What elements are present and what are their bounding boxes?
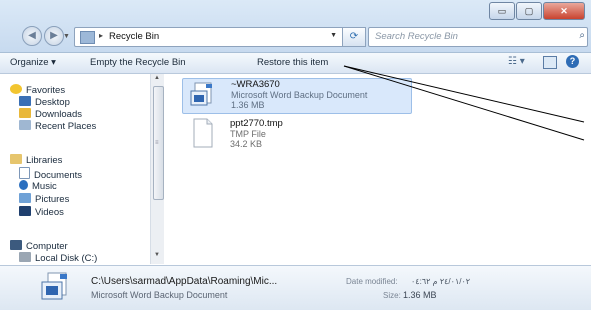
- sidebar-label: Music: [32, 181, 57, 192]
- recycle-bin-icon: [80, 31, 95, 44]
- file-name: ppt2770.tmp: [230, 118, 283, 129]
- preview-pane-icon[interactable]: [543, 56, 557, 69]
- scroll-down-icon[interactable]: ▼: [154, 252, 160, 258]
- file-size: 1.36 MB: [231, 100, 265, 110]
- close-button[interactable]: ✕: [543, 2, 585, 20]
- sidebar-label: Pictures: [35, 194, 70, 205]
- word-backup-document-icon: [41, 272, 67, 300]
- breadcrumb-location[interactable]: Recycle Bin: [109, 31, 159, 42]
- sidebar-label: Computer: [26, 241, 68, 252]
- sidebar-scrollbar[interactable]: ▲ ≡ ▼: [150, 74, 164, 264]
- music-icon: [19, 180, 28, 190]
- file-size: 34.2 KB: [230, 139, 263, 149]
- videos-icon: [19, 206, 31, 216]
- file-type: Microsoft Word Backup Document: [231, 90, 368, 100]
- word-backup-document-icon: [190, 82, 212, 106]
- file-item[interactable]: ~WRA3670 Microsoft Word Backup Document …: [182, 78, 412, 114]
- search-input[interactable]: Search Recycle Bin ⌕: [368, 27, 588, 47]
- detail-size-value: 1.36 MB: [403, 290, 437, 300]
- pictures-icon: [19, 193, 31, 203]
- sidebar-item-pictures[interactable]: Pictures: [19, 193, 69, 205]
- detail-date-label: Date modified:: [346, 277, 398, 286]
- window-controls: ▭ ▢ ✕: [488, 2, 585, 20]
- details-pane: [0, 265, 591, 310]
- help-icon[interactable]: ?: [566, 55, 579, 68]
- empty-recycle-bin-button[interactable]: Empty the Recycle Bin: [90, 57, 186, 68]
- restore-item-button[interactable]: Restore this item: [257, 57, 328, 68]
- sidebar-item-downloads[interactable]: Downloads: [19, 108, 82, 120]
- detail-date-value: ٢٤/٠١/٠٢ م ٠٤:٦٢: [411, 277, 471, 286]
- sidebar-label: Recent Places: [35, 121, 97, 132]
- detail-path: C:\Users\sarmad\AppData\Roaming\Mic...: [91, 276, 278, 287]
- organize-button[interactable]: Organize ▾: [10, 57, 56, 68]
- sidebar-label: Desktop: [35, 97, 70, 108]
- downloads-folder-icon: [19, 108, 31, 118]
- detail-type: Microsoft Word Backup Document: [91, 290, 228, 300]
- desktop-icon: [19, 96, 31, 106]
- search-icon[interactable]: ⌕: [579, 30, 585, 41]
- address-bar[interactable]: ▸ Recycle Bin ▼: [74, 27, 364, 47]
- refresh-icon[interactable]: ⟳: [342, 27, 366, 47]
- sidebar-item-local-disk[interactable]: Local Disk (C:): [19, 252, 97, 264]
- navigation-pane: Favorites Desktop Downloads Recent Place…: [0, 74, 151, 264]
- sidebar-item-videos[interactable]: Videos: [19, 206, 64, 218]
- documents-icon: [19, 167, 30, 179]
- recent-places-icon: [19, 120, 31, 130]
- computer-icon: [10, 240, 22, 250]
- blank-file-icon: [193, 118, 213, 148]
- minimize-button[interactable]: ▭: [489, 2, 515, 20]
- file-name: ~WRA3670: [231, 79, 280, 90]
- file-type: TMP File: [230, 129, 266, 139]
- sidebar-label: Favorites: [26, 85, 66, 96]
- sidebar-item-music[interactable]: Music: [19, 180, 57, 192]
- libraries-icon: [10, 154, 22, 164]
- breadcrumb-arrow-icon[interactable]: ▸: [99, 31, 103, 40]
- back-arrow-icon[interactable]: ◀: [22, 26, 42, 46]
- history-dropdown-icon[interactable]: ▼: [63, 33, 70, 40]
- forward-arrow-icon[interactable]: ▶: [44, 26, 64, 46]
- maximize-button[interactable]: ▢: [516, 2, 542, 20]
- sidebar-label: Videos: [35, 207, 64, 218]
- sidebar-label: Local Disk (C:): [35, 253, 98, 264]
- sidebar-label: Libraries: [26, 155, 63, 166]
- file-item[interactable]: ppt2770.tmp TMP File 34.2 KB: [182, 118, 410, 154]
- scrollbar-grip-icon: ≡: [155, 140, 159, 146]
- sidebar-item-desktop[interactable]: Desktop: [19, 96, 70, 108]
- sidebar-item-computer[interactable]: Computer: [10, 240, 68, 252]
- sidebar-item-favorites[interactable]: Favorites: [10, 84, 65, 96]
- views-menu-icon[interactable]: ☷ ▾: [508, 56, 525, 67]
- sidebar-item-libraries[interactable]: Libraries: [10, 154, 62, 166]
- detail-size-label: Size:: [383, 291, 401, 300]
- hard-drive-icon: [19, 252, 31, 262]
- sidebar-item-documents[interactable]: Documents: [19, 167, 82, 181]
- scroll-up-icon[interactable]: ▲: [154, 75, 160, 81]
- search-placeholder: Search Recycle Bin: [375, 31, 458, 42]
- file-list: ~WRA3670 Microsoft Word Backup Document …: [164, 74, 591, 264]
- command-bar: Organize ▾ Empty the Recycle Bin Restore…: [0, 53, 591, 74]
- sidebar-label: Downloads: [35, 109, 82, 120]
- address-dropdown-icon[interactable]: ▼: [330, 32, 337, 39]
- sidebar-item-recent-places[interactable]: Recent Places: [19, 120, 96, 132]
- star-icon: [10, 84, 22, 94]
